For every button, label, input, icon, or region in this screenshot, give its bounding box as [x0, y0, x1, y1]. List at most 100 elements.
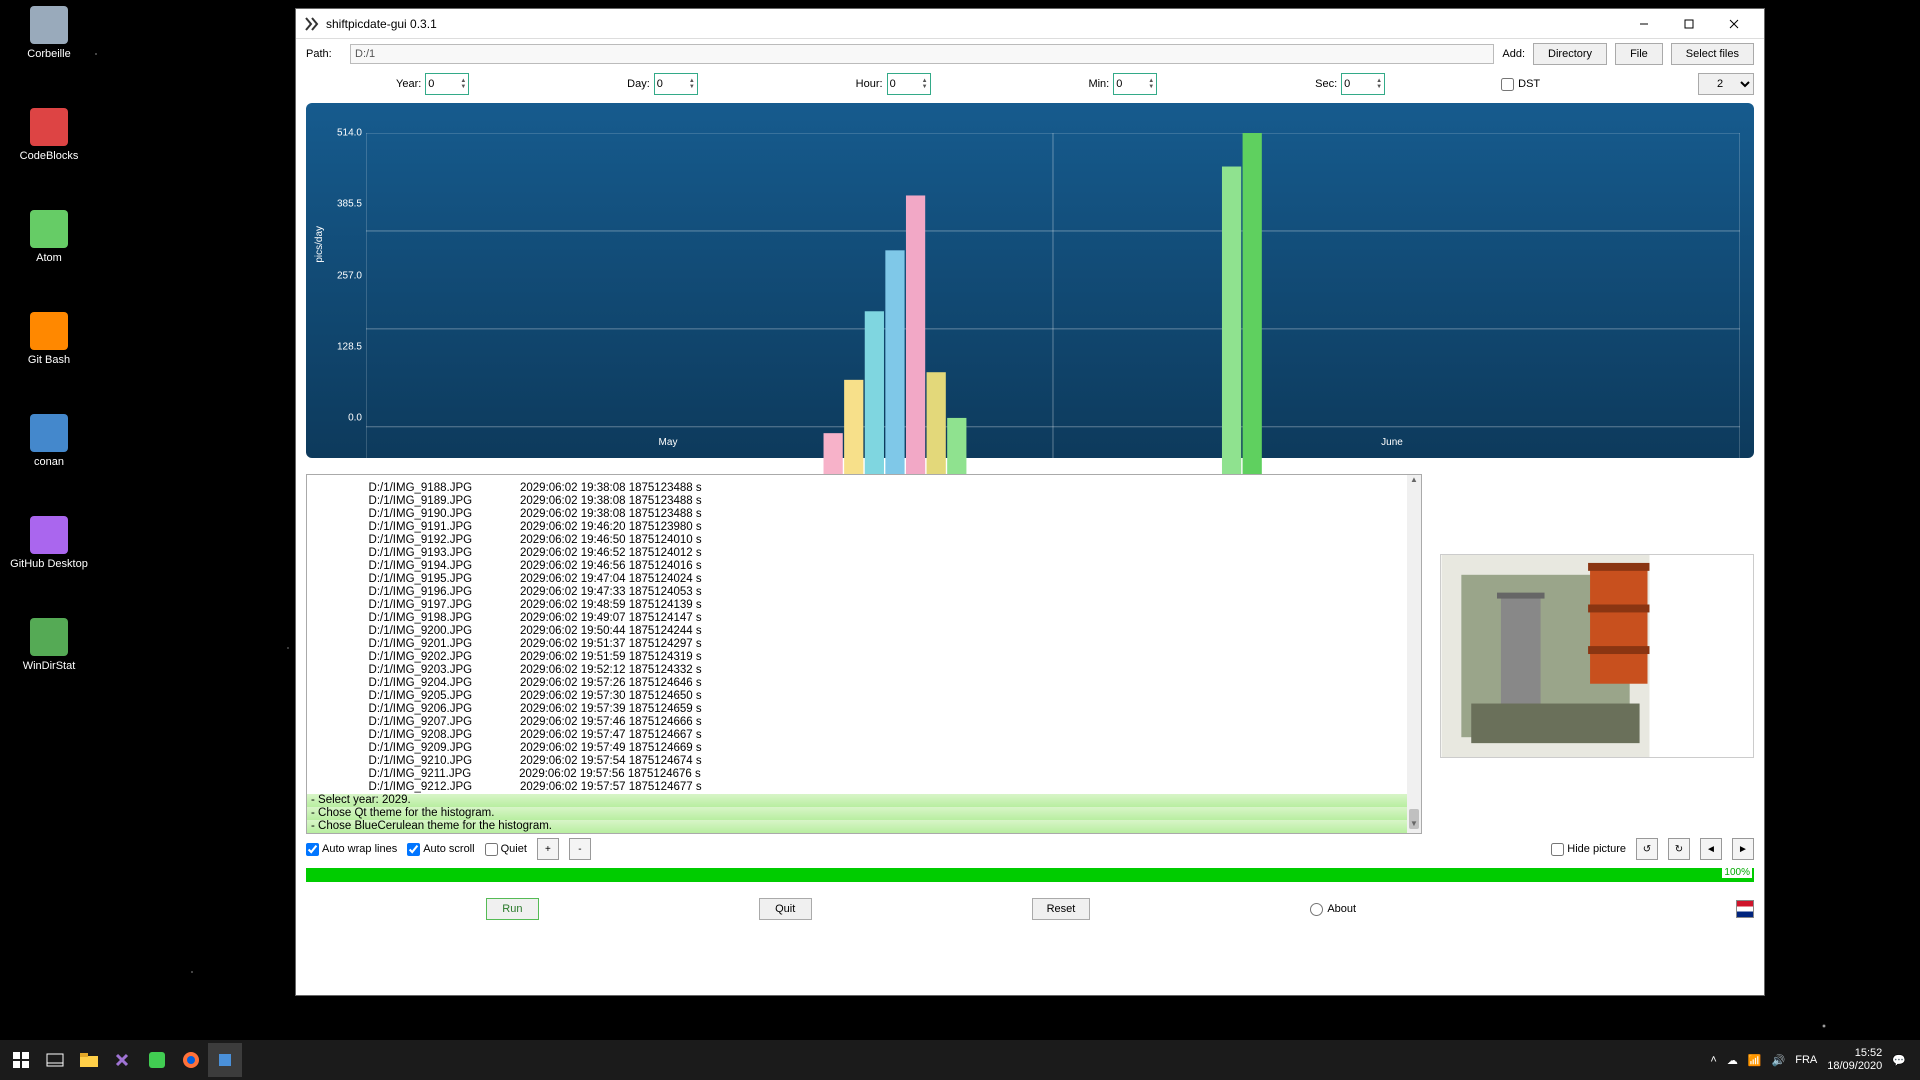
maximize-button[interactable]: [1666, 9, 1711, 39]
log-line: D:/1/IMG_9203.JPG 2029:06:02 19:52:12 18…: [307, 664, 1407, 677]
close-button[interactable]: [1711, 9, 1756, 39]
autoscroll-checkbox[interactable]: [407, 843, 420, 856]
rotate-cw-button[interactable]: ↻: [1668, 838, 1690, 860]
tray-language[interactable]: FRA: [1795, 1054, 1817, 1066]
log-line: D:/1/IMG_9200.JPG 2029:06:02 19:50:44 18…: [307, 625, 1407, 638]
firefox-icon[interactable]: [174, 1043, 208, 1077]
histogram-bar: [1222, 167, 1241, 525]
log-line: D:/1/IMG_9212.JPG 2029:06:02 19:57:57 18…: [307, 781, 1407, 794]
y-axis-label: pics/day: [314, 225, 325, 262]
log-line: D:/1/IMG_9205.JPG 2029:06:02 19:57:30 18…: [307, 690, 1407, 703]
log-line: D:/1/IMG_9202.JPG 2029:06:02 19:51:59 18…: [307, 651, 1407, 664]
desktop-icon-conan[interactable]: conan: [10, 414, 88, 468]
next-image-button[interactable]: ►: [1732, 838, 1754, 860]
log-line: D:/1/IMG_9198.JPG 2029:06:02 19:49:07 18…: [307, 612, 1407, 625]
log-line: D:/1/IMG_9196.JPG 2029:06:02 19:47:33 18…: [307, 586, 1407, 599]
vscode-icon[interactable]: [106, 1043, 140, 1077]
x-tick-june: June: [1381, 437, 1403, 448]
progress-percent: 100%: [1722, 867, 1752, 878]
app-window: shiftpicdate-gui 0.3.1 Path: Add: Direct…: [295, 8, 1765, 996]
desktop-icon-atom[interactable]: Atom: [10, 210, 88, 264]
reset-button[interactable]: Reset: [1032, 898, 1091, 920]
log-line: D:/1/IMG_9207.JPG 2029:06:02 19:57:46 18…: [307, 716, 1407, 729]
x-tick-may: May: [659, 437, 678, 448]
desktop-icon-windirstat[interactable]: WinDirStat: [10, 618, 88, 672]
image-preview: [1440, 554, 1754, 758]
quiet-checkbox[interactable]: [485, 843, 498, 856]
fontsize-minus-button[interactable]: -: [569, 838, 591, 860]
hour-spin[interactable]: 0▲▼: [887, 73, 931, 95]
log-line: D:/1/IMG_9195.JPG 2029:06:02 19:47:04 18…: [307, 573, 1407, 586]
select-files-button[interactable]: Select files: [1671, 43, 1754, 65]
path-input[interactable]: [350, 44, 1494, 64]
tray-clock[interactable]: 15:52 18/09/2020: [1827, 1047, 1882, 1073]
start-button[interactable]: [4, 1043, 38, 1077]
taskbar: ˄ ☁ 📶 🔊 FRA 15:52 18/09/2020 💬: [0, 1040, 1920, 1080]
tray-onedrive-icon[interactable]: ☁: [1727, 1054, 1738, 1067]
year-select[interactable]: 2029: [1698, 73, 1754, 95]
dst-checkbox[interactable]: [1501, 78, 1514, 91]
day-label: Day:: [627, 78, 650, 90]
log-line: D:/1/IMG_9209.JPG 2029:06:02 19:57:49 18…: [307, 742, 1407, 755]
hour-label: Hour:: [856, 78, 883, 90]
prev-image-button[interactable]: ◄: [1700, 838, 1722, 860]
directory-button[interactable]: Directory: [1533, 43, 1607, 65]
desktop-icon-github-desktop[interactable]: GitHub Desktop: [10, 516, 88, 570]
log-line: D:/1/IMG_9201.JPG 2029:06:02 19:51:37 18…: [307, 638, 1407, 651]
log-line: D:/1/IMG_9197.JPG 2029:06:02 19:48:59 18…: [307, 599, 1407, 612]
log-line: D:/1/IMG_9208.JPG 2029:06:02 19:57:47 18…: [307, 729, 1407, 742]
qt-icon[interactable]: [140, 1043, 174, 1077]
app-icon: [304, 16, 320, 32]
log-line: D:/1/IMG_9211.JPG 2029:06:02 19:57:56 18…: [307, 768, 1407, 781]
log-line: D:/1/IMG_9191.JPG 2029:06:02 19:46:20 18…: [307, 521, 1407, 534]
histogram-bar: [1243, 133, 1262, 525]
sec-label: Sec:: [1315, 78, 1337, 90]
dst-label: DST: [1518, 78, 1540, 90]
log-line: D:/1/IMG_9206.JPG 2029:06:02 19:57:39 18…: [307, 703, 1407, 716]
desktop-icon-corbeille[interactable]: Corbeille: [10, 6, 88, 60]
quit-button[interactable]: Quit: [759, 898, 812, 920]
y-tick: 514.0: [326, 128, 362, 139]
log-line: D:/1/IMG_9192.JPG 2029:06:02 19:46:50 18…: [307, 534, 1407, 547]
progress-bar: 100%: [306, 868, 1754, 882]
tray-notifications-icon[interactable]: 💬: [1892, 1054, 1906, 1067]
log-panel[interactable]: D:/1/IMG_9188.JPG 2029:06:02 19:38:08 18…: [306, 474, 1422, 834]
year-spin[interactable]: 0▲▼: [425, 73, 469, 95]
y-tick: 385.5: [326, 199, 362, 210]
histogram-chart: pics/day 0.0128.5257.0385.5514.0 May Jun…: [306, 103, 1754, 458]
log-line: D:/1/IMG_9190.JPG 2029:06:02 19:38:08 18…: [307, 508, 1407, 521]
path-label: Path:: [306, 48, 342, 60]
min-label: Min:: [1088, 78, 1109, 90]
log-line: D:/1/IMG_9188.JPG 2029:06:02 19:38:08 18…: [307, 482, 1407, 495]
sec-spin[interactable]: 0▲▼: [1341, 73, 1385, 95]
hidepicture-checkbox[interactable]: [1551, 843, 1564, 856]
run-button[interactable]: Run: [486, 898, 539, 920]
y-tick: 0.0: [326, 413, 362, 424]
tray-chevron-icon[interactable]: ˄: [1710, 1054, 1716, 1066]
autowrap-checkbox[interactable]: [306, 843, 319, 856]
file-button[interactable]: File: [1615, 43, 1663, 65]
tray-volume-icon[interactable]: 🔊: [1772, 1054, 1786, 1067]
explorer-icon[interactable]: [72, 1043, 106, 1077]
day-spin[interactable]: 0▲▼: [654, 73, 698, 95]
fontsize-plus-button[interactable]: +: [537, 838, 559, 860]
desktop-icon-git-bash[interactable]: Git Bash: [10, 312, 88, 366]
taskview-icon[interactable]: [38, 1043, 72, 1077]
rotate-ccw-button[interactable]: ↺: [1636, 838, 1658, 860]
log-line: D:/1/IMG_9210.JPG 2029:06:02 19:57:54 18…: [307, 755, 1407, 768]
language-flag-icon[interactable]: [1736, 900, 1754, 918]
minimize-button[interactable]: [1621, 9, 1666, 39]
about-radio[interactable]: [1310, 903, 1323, 916]
y-tick: 128.5: [326, 341, 362, 352]
log-message: - Chose BlueCerulean theme for the histo…: [307, 820, 1407, 833]
desktop-icon-codeblocks[interactable]: CodeBlocks: [10, 108, 88, 162]
log-message: - Select year: 2029.: [307, 794, 1407, 807]
log-scrollbar[interactable]: ▲ ▼: [1407, 475, 1421, 833]
tray-wifi-icon[interactable]: 📶: [1748, 1054, 1762, 1067]
year-label: Year:: [396, 78, 421, 90]
shiftpicdate-taskbar-icon[interactable]: [208, 1043, 242, 1077]
add-label: Add:: [1502, 48, 1525, 60]
log-line: D:/1/IMG_9194.JPG 2029:06:02 19:46:56 18…: [307, 560, 1407, 573]
min-spin[interactable]: 0▲▼: [1113, 73, 1157, 95]
titlebar[interactable]: shiftpicdate-gui 0.3.1: [296, 9, 1764, 39]
